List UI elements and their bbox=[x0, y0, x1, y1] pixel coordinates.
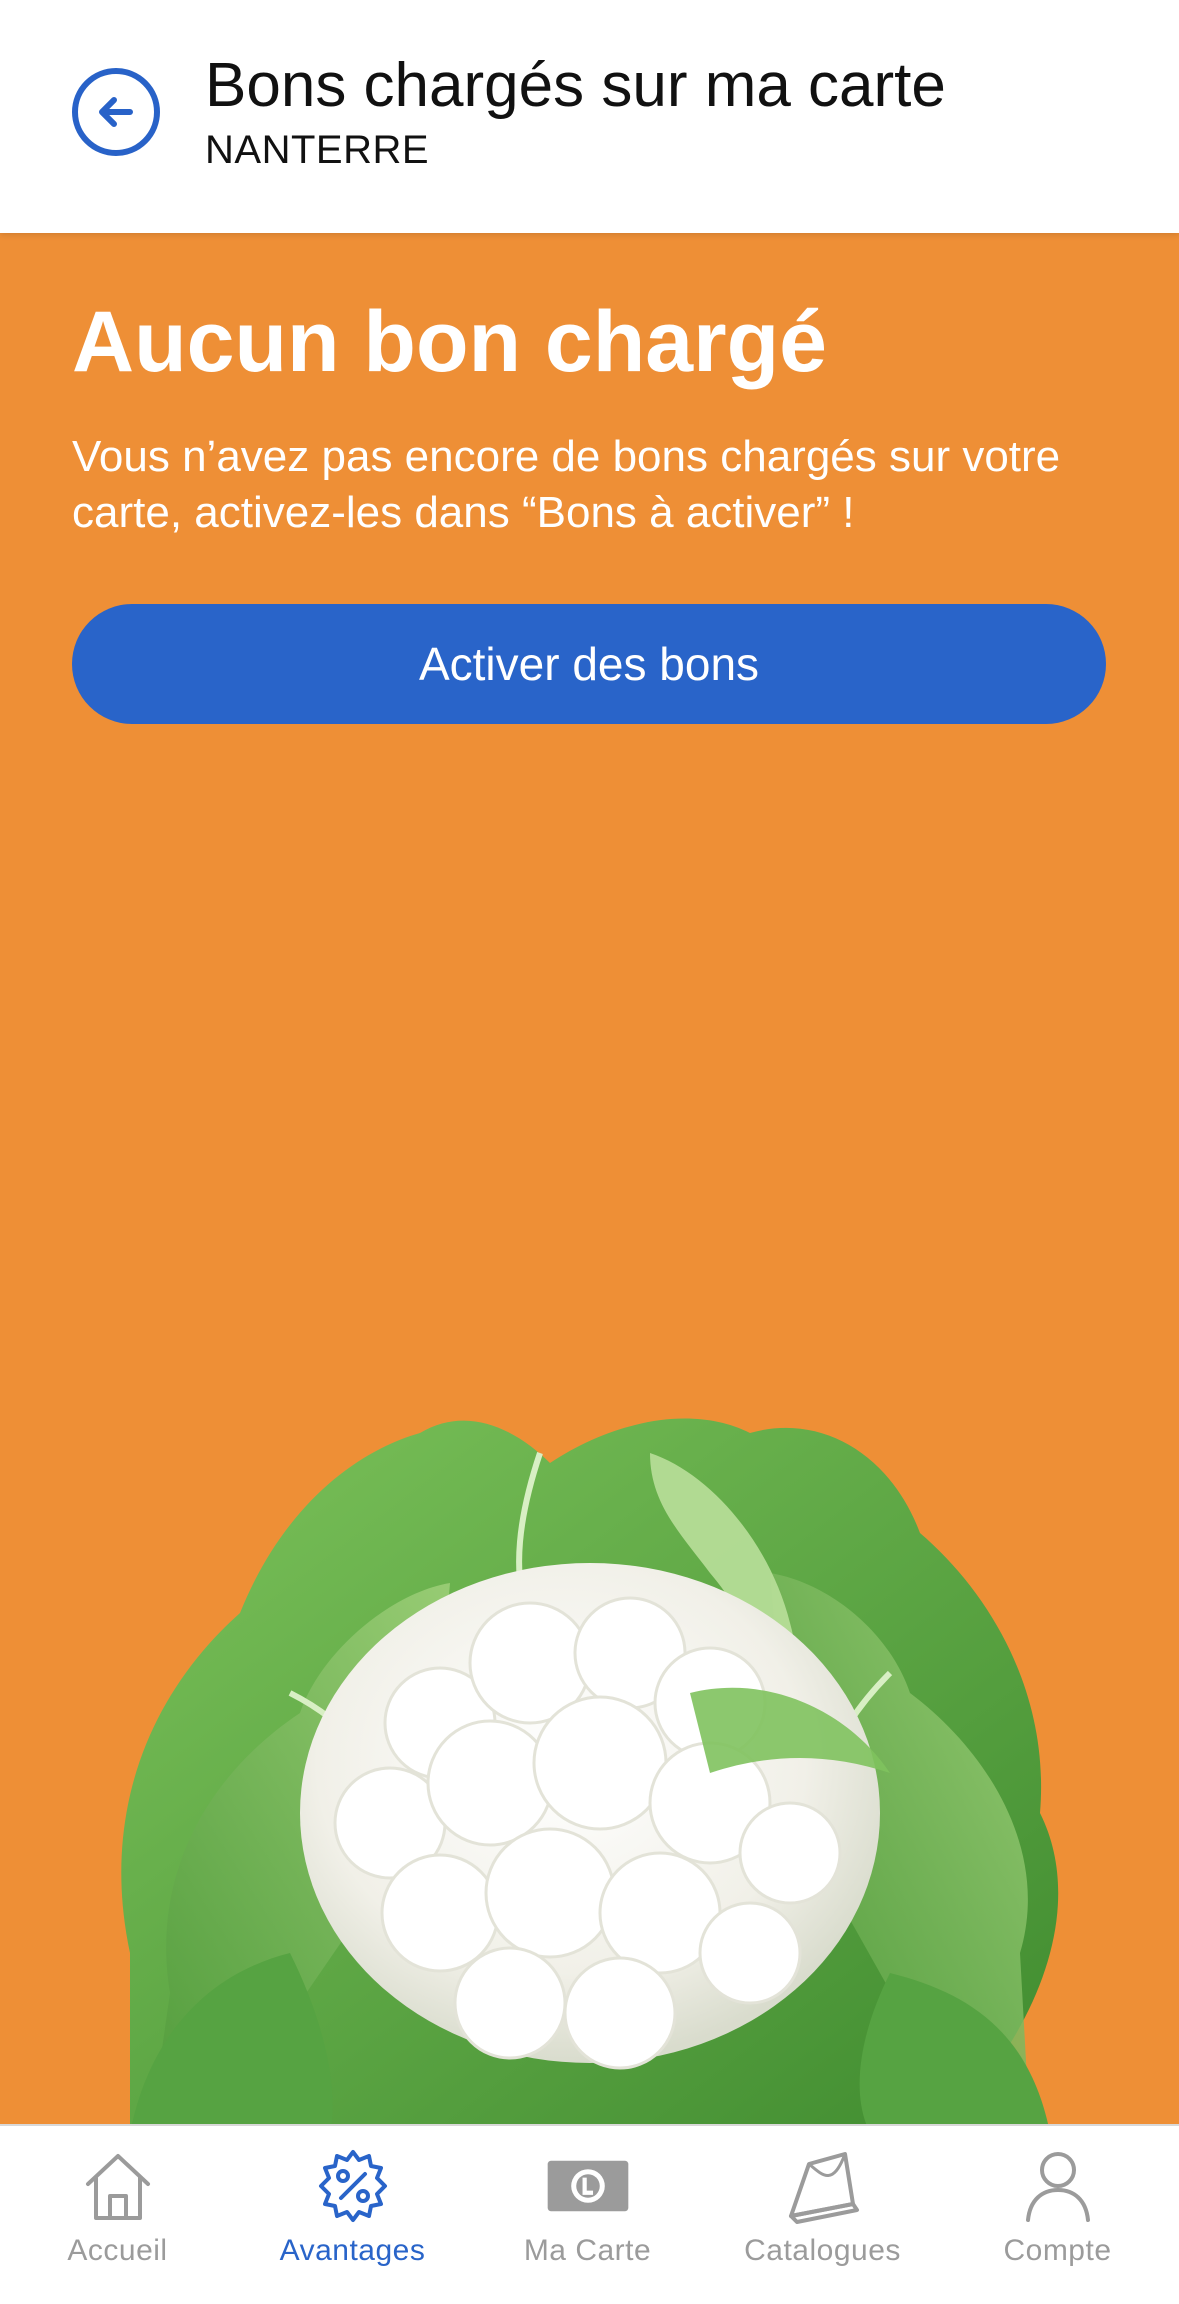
tab-accueil[interactable]: Accueil bbox=[0, 2126, 235, 2304]
screen: Bons chargés sur ma carte NANTERRE Aucun… bbox=[0, 0, 1179, 2304]
arrow-left-circle-icon bbox=[99, 97, 133, 127]
discount-badge-icon bbox=[311, 2144, 395, 2228]
tab-catalogues[interactable]: Catalogues bbox=[705, 2126, 940, 2304]
tab-compte[interactable]: Compte bbox=[940, 2126, 1175, 2304]
bottom-tab-bar: Accueil Avantages Ma Carte Catalogues Co… bbox=[0, 2124, 1179, 2304]
empty-state-title: Aucun bon chargé bbox=[72, 294, 827, 390]
top-bar: Bons chargés sur ma carte NANTERRE bbox=[0, 0, 1179, 233]
store-name: NANTERRE bbox=[205, 128, 430, 172]
tab-label: Ma Carte bbox=[523, 2234, 652, 2267]
cauliflower-illustration bbox=[121, 1418, 1059, 2124]
user-icon bbox=[1016, 2144, 1100, 2228]
back-button[interactable] bbox=[72, 68, 160, 156]
page-title: Bons chargés sur ma carte bbox=[205, 51, 946, 120]
tab-ma-carte[interactable]: Ma Carte bbox=[470, 2126, 705, 2304]
tab-label: Accueil bbox=[67, 2234, 168, 2267]
loyalty-card-icon bbox=[546, 2144, 630, 2228]
tab-label: Avantages bbox=[279, 2234, 426, 2267]
home-icon bbox=[76, 2144, 160, 2228]
tab-label: Compte bbox=[1003, 2234, 1112, 2267]
empty-state-panel: Aucun bon chargé Vous n’avez pas encore … bbox=[0, 233, 1179, 2124]
activate-coupons-button[interactable]: Activer des bons bbox=[72, 604, 1106, 724]
catalog-icon bbox=[781, 2144, 865, 2228]
tab-avantages[interactable]: Avantages bbox=[235, 2126, 470, 2304]
empty-state-message: Vous n’avez pas encore de bons chargés s… bbox=[72, 432, 1061, 537]
tab-label: Catalogues bbox=[744, 2234, 901, 2267]
